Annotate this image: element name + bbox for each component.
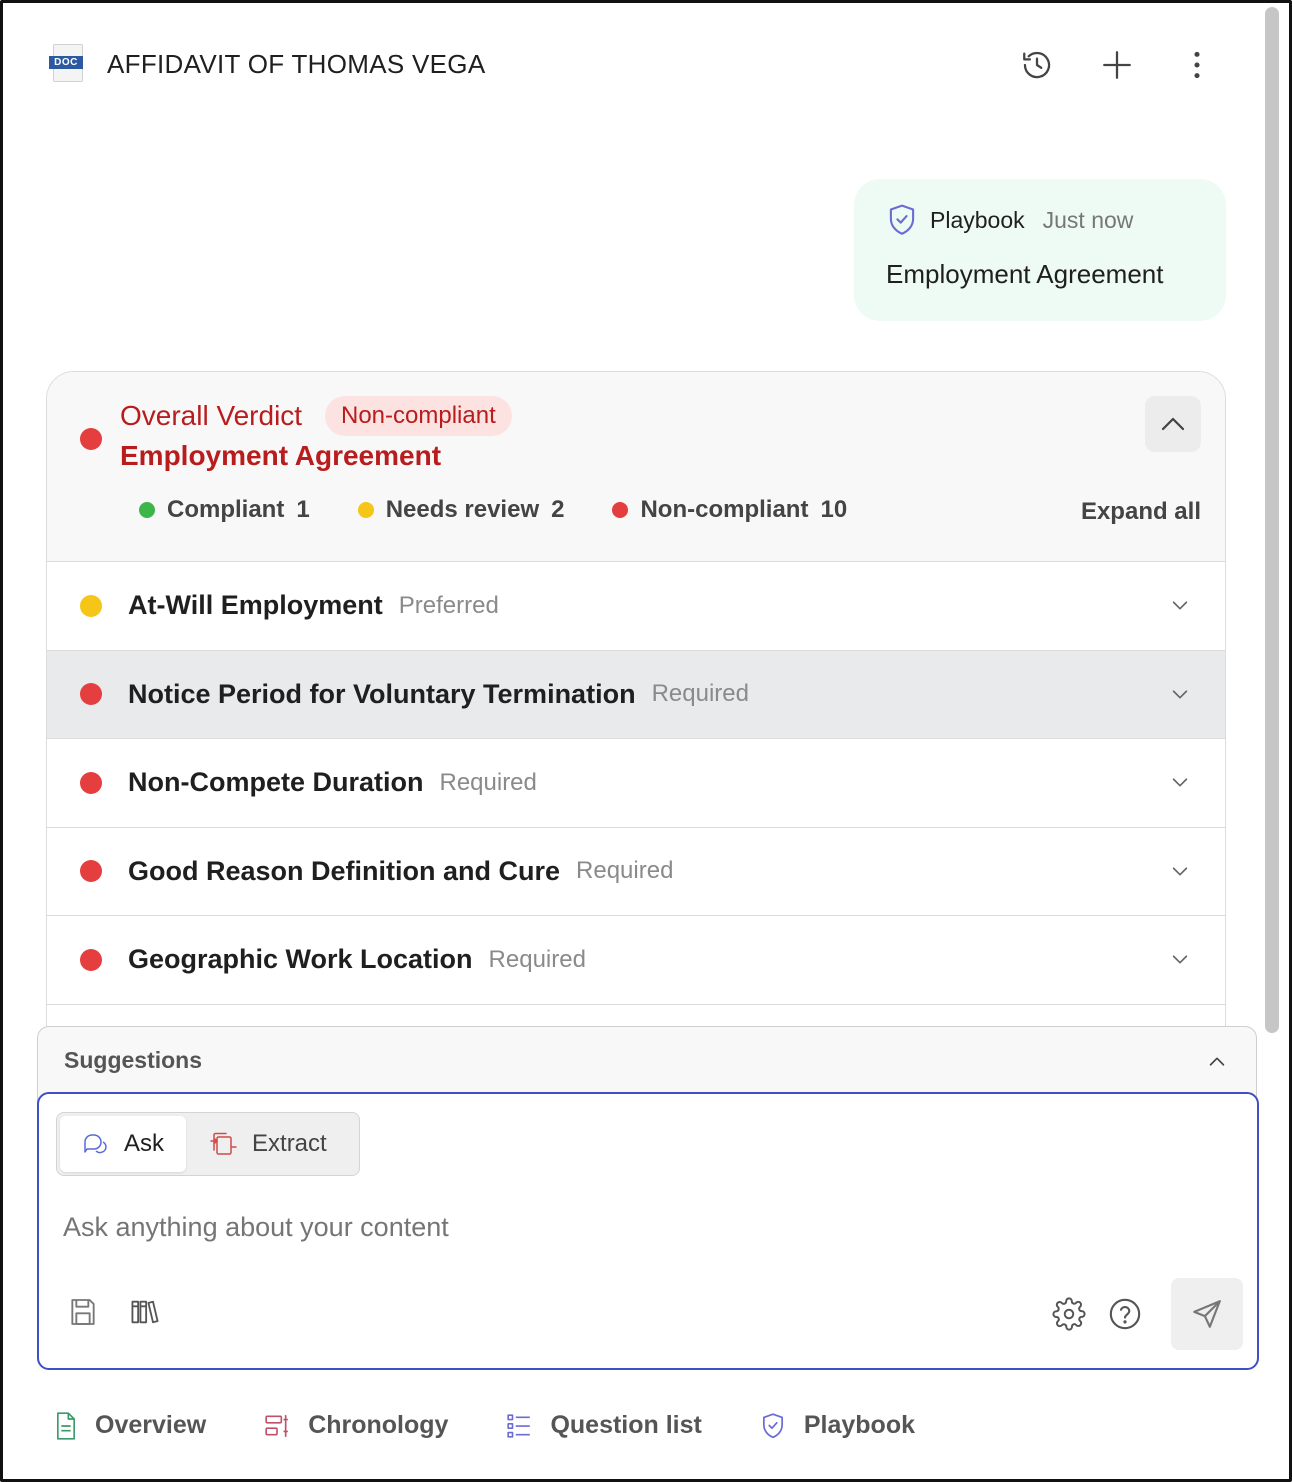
- chevron-down-icon: [1172, 866, 1188, 875]
- tab-label: Question list: [550, 1411, 702, 1439]
- tab-label: Chronology: [308, 1411, 449, 1439]
- compliant-dot: [139, 502, 155, 518]
- more-options-button[interactable]: [1175, 43, 1219, 87]
- tab-playbook[interactable]: Playbook: [760, 1411, 915, 1440]
- tab-question-list[interactable]: Question list: [506, 1411, 702, 1440]
- stat-count: 10: [820, 496, 848, 523]
- history-icon: [1023, 51, 1051, 79]
- save-icon: [71, 1299, 95, 1325]
- plus-icon: [1103, 51, 1131, 79]
- rule-name: Notice Period for Voluntary Termination: [128, 678, 636, 709]
- rule-status-dot: [80, 594, 102, 617]
- stat-count: 1: [296, 496, 310, 523]
- timeline-icon: [265, 1414, 289, 1437]
- rule-status-dot: [80, 771, 102, 794]
- document-title: AFFIDAVIT OF THOMAS VEGA: [107, 48, 486, 79]
- message-body: Employment Agreement: [886, 259, 1164, 289]
- rule-row-good-reason[interactable]: Good Reason Definition and Cure Required: [47, 828, 1225, 916]
- more-vertical-icon: [1194, 51, 1200, 79]
- rule-tag: Required: [488, 945, 586, 973]
- mode-label: Extract: [252, 1130, 327, 1157]
- rule-tag: Required: [439, 768, 537, 796]
- rule-name: Non-Compete Duration: [128, 767, 424, 798]
- rule-name: At-Will Employment: [128, 590, 383, 621]
- new-chat-button[interactable]: [1095, 43, 1139, 87]
- rule-tag: Preferred: [398, 591, 499, 619]
- verdict-playbook-name: Employment Agreement: [120, 440, 442, 471]
- playbook-message: Playbook Just now Employment Agreement: [854, 179, 1226, 321]
- prompt-input[interactable]: [63, 1212, 1163, 1243]
- file-type-badge: DOC: [49, 56, 83, 69]
- rule-name: Good Reason Definition and Cure: [128, 855, 561, 886]
- rule-status-dot: [80, 860, 102, 883]
- non-compliant-dot: [612, 502, 629, 518]
- tab-label: Playbook: [803, 1411, 916, 1439]
- gear-icon: [1052, 1297, 1086, 1331]
- rule-row-non-compete-duration[interactable]: Non-Compete Duration Required: [47, 739, 1225, 828]
- list-icon: [507, 1413, 531, 1438]
- needs-review-dot: [357, 502, 374, 518]
- chevron-down-icon: [1172, 778, 1188, 787]
- rule-row-notice-period[interactable]: Notice Period for Voluntary Termination …: [47, 650, 1225, 739]
- history-button[interactable]: [1015, 43, 1059, 87]
- document-icon: [57, 1411, 75, 1440]
- rule-row-geographic-location[interactable]: Geographic Work Location Required: [47, 916, 1225, 1005]
- doc-file-icon: DOC: [49, 44, 85, 84]
- chat-bubbles-icon: [84, 1134, 107, 1154]
- verdict-stats: Compliant 1 Needs review 2 Non-compliant…: [139, 496, 847, 524]
- extract-icon: [210, 1132, 237, 1155]
- stat-label: Needs review: [385, 496, 540, 523]
- mode-toggle: Ask Extract: [56, 1112, 360, 1176]
- message-source: Playbook: [930, 206, 1025, 233]
- bottom-tabs: Overview Chronology Question list Playbo…: [55, 1411, 915, 1440]
- rule-row-at-will-employment[interactable]: At-Will Employment Preferred: [47, 562, 1225, 651]
- prompt-box: Ask Extract: [37, 1092, 1259, 1370]
- stat-non-compliant: Non-compliant 10: [612, 496, 847, 524]
- tab-chronology[interactable]: Chronology: [264, 1411, 448, 1440]
- library-icon: [131, 1300, 159, 1324]
- help-circle-icon: [1109, 1298, 1141, 1330]
- stat-label: Compliant: [167, 496, 285, 523]
- tab-overview[interactable]: Overview: [55, 1411, 206, 1440]
- rule-name: Geographic Work Location: [128, 944, 473, 975]
- rule-tag: Required: [651, 680, 749, 708]
- verdict-status-dot: [80, 428, 102, 450]
- expand-all-button[interactable]: Expand all: [1081, 498, 1201, 526]
- verdict-status-badge: Non-compliant: [325, 396, 512, 436]
- library-button[interactable]: [127, 1294, 163, 1330]
- collapse-verdict-button[interactable]: [1145, 396, 1201, 452]
- mode-ask-button[interactable]: Ask: [60, 1116, 187, 1172]
- send-button[interactable]: [1171, 1278, 1243, 1350]
- scrollbar-thumb[interactable]: [1265, 7, 1279, 1033]
- mode-extract-button[interactable]: Extract: [186, 1116, 349, 1172]
- verdict-label: Overall Verdict: [120, 400, 303, 431]
- verdict-card: Overall Verdict Non-compliant Employment…: [46, 371, 1226, 1031]
- chevron-up-icon: [1209, 1057, 1225, 1066]
- chevron-up-icon: [1161, 417, 1185, 431]
- suggestions-label: Suggestions: [64, 1047, 203, 1073]
- stat-compliant: Compliant 1: [139, 496, 310, 524]
- rule-status-dot: [80, 948, 102, 971]
- shield-check-icon: [762, 1412, 783, 1438]
- app-panel: DOC AFFIDAVIT OF THOMAS VEGA Playbook Ju…: [0, 0, 1292, 1482]
- stat-label: Non-compliant: [640, 496, 809, 523]
- rule-status-dot: [80, 683, 102, 706]
- message-time: Just now: [1042, 206, 1134, 233]
- shield-check-icon: [889, 204, 915, 235]
- panel-header: DOC AFFIDAVIT OF THOMAS VEGA: [49, 39, 1219, 89]
- chevron-down-icon: [1172, 601, 1188, 610]
- settings-button[interactable]: [1051, 1296, 1087, 1332]
- save-prompt-button[interactable]: [65, 1294, 101, 1330]
- rule-tag: Required: [576, 857, 674, 885]
- chevron-down-icon: [1172, 955, 1188, 964]
- mode-label: Ask: [124, 1130, 165, 1157]
- send-icon: [1193, 1300, 1221, 1328]
- tab-label: Overview: [95, 1411, 207, 1439]
- stat-count: 2: [551, 496, 565, 523]
- verdict-summary: Overall Verdict Non-compliant Employment…: [47, 372, 1225, 562]
- composer: Suggestions Ask Extract: [37, 1026, 1259, 1371]
- help-button[interactable]: [1107, 1296, 1143, 1332]
- stat-needs-review: Needs review 2: [357, 496, 565, 524]
- chevron-down-icon: [1172, 689, 1188, 698]
